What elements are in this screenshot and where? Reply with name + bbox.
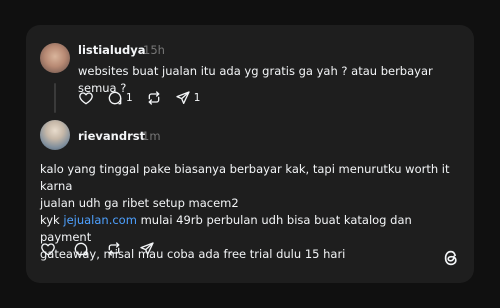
share-icon xyxy=(140,242,154,255)
heart-icon xyxy=(79,92,93,105)
share-button[interactable] xyxy=(139,241,155,257)
post-username[interactable]: rievandrst xyxy=(78,129,145,143)
avatar[interactable] xyxy=(40,43,70,73)
post-text-segment: kyk xyxy=(40,213,64,227)
share-icon xyxy=(176,91,190,104)
thread-connector-line xyxy=(54,83,56,113)
thread-card: listialudya 15h websites buat jualan itu… xyxy=(26,25,474,283)
post-time: 1m xyxy=(142,129,161,143)
repost-button[interactable] xyxy=(146,90,162,106)
post-text-line: kalo yang tinggal pake biasanya berbayar… xyxy=(40,162,450,193)
reply-button[interactable] xyxy=(73,241,89,257)
reply-icon xyxy=(74,242,88,256)
repost-button[interactable] xyxy=(106,241,122,257)
post-actions: 1 1 xyxy=(78,90,200,106)
like-button[interactable] xyxy=(40,241,56,257)
reply-icon xyxy=(108,91,122,105)
post-username[interactable]: listialudya xyxy=(78,43,146,57)
threads-logo-icon[interactable] xyxy=(442,249,460,267)
post-link[interactable]: jejualan.com xyxy=(63,213,137,227)
share-button[interactable]: 1 xyxy=(175,90,201,106)
repost-icon xyxy=(108,242,120,256)
reply-count: 1 xyxy=(126,92,133,104)
reply-button[interactable]: 1 xyxy=(107,90,133,106)
heart-icon xyxy=(41,243,55,256)
repost-icon xyxy=(148,91,160,105)
post-time: 15h xyxy=(143,43,165,57)
share-count: 1 xyxy=(193,92,201,104)
avatar[interactable] xyxy=(40,120,70,150)
post-actions xyxy=(40,241,155,257)
post-text-line: jualan udh ga ribet setup macem2 xyxy=(40,196,239,210)
like-button[interactable] xyxy=(78,90,94,106)
